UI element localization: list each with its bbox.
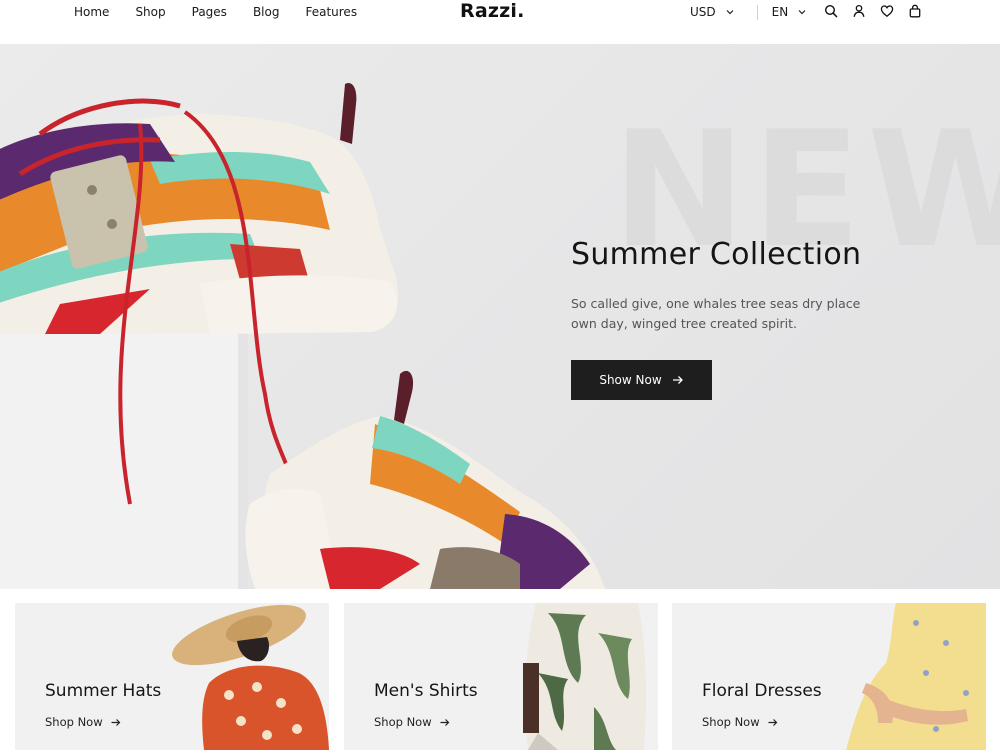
site-header: Home Shop Pages Blog Features Razzi. USD… (0, 0, 1000, 44)
shop-now-label: Shop Now (702, 715, 760, 729)
shop-now-label: Shop Now (374, 715, 432, 729)
mens-shirts-image (523, 603, 646, 750)
language-label: EN (771, 5, 789, 19)
site-logo[interactable]: Razzi. (460, 0, 525, 22)
account-icon[interactable] (850, 2, 868, 20)
show-now-label: Show Now (599, 373, 662, 387)
arrow-right-icon (111, 718, 120, 726)
nav-blog[interactable]: Blog (253, 5, 280, 19)
hero-title: Summer Collection (571, 237, 862, 272)
nav-shop[interactable]: Shop (135, 5, 165, 19)
summer-hats-image (172, 604, 329, 750)
arrow-right-icon (672, 376, 683, 384)
selector-divider (756, 4, 758, 20)
category-card-floral-dresses[interactable]: Floral Dresses Shop Now (672, 603, 986, 750)
nav-home[interactable]: Home (74, 5, 109, 19)
header-icons (822, 2, 934, 20)
shop-now-link[interactable]: Shop Now (45, 715, 121, 729)
sneakers-image (0, 82, 605, 589)
hero-banner: NEW Summer Collection So called give, on… (0, 44, 1000, 589)
show-now-button[interactable]: Show Now (571, 360, 712, 400)
hero-description: So called give, one whales tree seas dry… (571, 296, 861, 331)
wishlist-icon[interactable] (878, 2, 896, 20)
shop-now-link[interactable]: Shop Now (702, 715, 778, 729)
cart-icon[interactable] (906, 2, 924, 20)
category-card-summer-hats[interactable]: Summer Hats Shop Now (15, 603, 329, 750)
main-nav: Home Shop Pages Blog Features (74, 0, 383, 24)
chevron-down-icon (726, 10, 734, 15)
shop-now-link[interactable]: Shop Now (374, 715, 450, 729)
arrow-right-icon (440, 718, 449, 726)
search-icon[interactable] (822, 2, 840, 20)
header-selectors: USD EN (690, 0, 807, 24)
category-title: Summer Hats (45, 681, 162, 701)
category-card-mens-shirts[interactable]: Men's Shirts Shop Now (344, 603, 658, 750)
nav-features[interactable]: Features (305, 5, 357, 19)
currency-selector[interactable]: USD (690, 5, 735, 19)
currency-label: USD (690, 5, 716, 19)
nav-pages[interactable]: Pages (192, 5, 227, 19)
shop-now-label: Shop Now (45, 715, 103, 729)
floral-dresses-image (846, 603, 986, 750)
category-title: Floral Dresses (702, 681, 822, 701)
chevron-down-icon (798, 10, 806, 15)
arrow-right-icon (768, 718, 777, 726)
category-title: Men's Shirts (374, 681, 478, 701)
language-selector[interactable]: EN (772, 5, 808, 19)
